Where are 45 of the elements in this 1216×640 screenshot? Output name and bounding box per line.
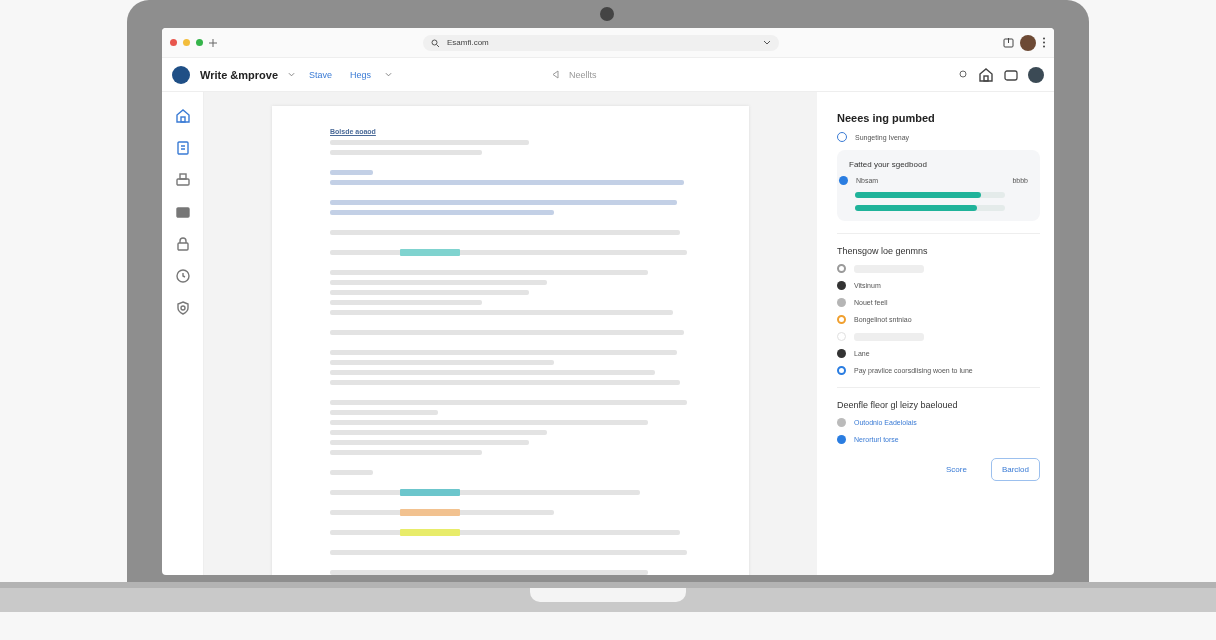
doc-icon[interactable] xyxy=(174,140,191,156)
more-icon[interactable] xyxy=(1042,37,1046,48)
radio-button[interactable] xyxy=(837,435,846,444)
primary-button[interactable]: Barclod xyxy=(990,458,1040,481)
section-title: Deenfle fleor gl leizy baeloued xyxy=(837,387,1040,410)
camera-icon xyxy=(600,7,614,21)
address-bar[interactable]: Esamfi.com xyxy=(423,34,779,51)
dot-icon xyxy=(839,176,848,185)
folder-icon[interactable] xyxy=(1004,68,1018,81)
chevron-down-icon[interactable] xyxy=(763,40,771,45)
radio-button[interactable] xyxy=(837,264,846,273)
section-title: Thensgow loe genmns xyxy=(837,233,1040,256)
clock-icon[interactable] xyxy=(174,268,191,284)
avatar-icon[interactable] xyxy=(1020,34,1036,51)
address-text: Esamfi.com xyxy=(447,38,489,47)
radio-button[interactable] xyxy=(837,315,846,324)
maximize-dot-icon[interactable] xyxy=(196,39,203,46)
share-icon[interactable] xyxy=(1003,37,1014,48)
app-logo-icon[interactable] xyxy=(172,65,190,84)
radio-button[interactable] xyxy=(837,281,846,290)
status-text: Neellts xyxy=(569,69,597,80)
radio-button[interactable] xyxy=(837,418,846,427)
text-button[interactable]: Score xyxy=(939,464,973,475)
back-arrow-icon[interactable] xyxy=(552,70,560,79)
menu-item[interactable]: Hegs xyxy=(346,69,376,80)
blurred-text-line xyxy=(330,470,374,475)
lock-icon[interactable] xyxy=(174,236,191,252)
minimize-dot-icon[interactable] xyxy=(183,39,190,46)
radio-button[interactable] xyxy=(837,366,846,375)
card-icon[interactable] xyxy=(174,204,191,220)
close-dot-icon[interactable] xyxy=(170,39,177,46)
printer-icon[interactable] xyxy=(174,172,191,188)
panel-title: Neees ing pumbed xyxy=(837,112,936,124)
card-title: Fatted your sgedbood xyxy=(848,160,928,169)
home-icon[interactable] xyxy=(174,108,191,124)
menu-item[interactable]: Stave xyxy=(305,69,337,80)
shield-icon[interactable] xyxy=(174,300,191,316)
blurred-text-line xyxy=(330,170,374,175)
home-icon[interactable] xyxy=(978,66,994,83)
avatar-icon[interactable] xyxy=(1028,66,1044,83)
app-title: Write &mprove xyxy=(200,68,279,81)
radio-button[interactable] xyxy=(837,349,846,358)
search-icon xyxy=(431,38,439,47)
plus-icon[interactable] xyxy=(209,38,217,47)
radio-button[interactable] xyxy=(837,298,846,307)
